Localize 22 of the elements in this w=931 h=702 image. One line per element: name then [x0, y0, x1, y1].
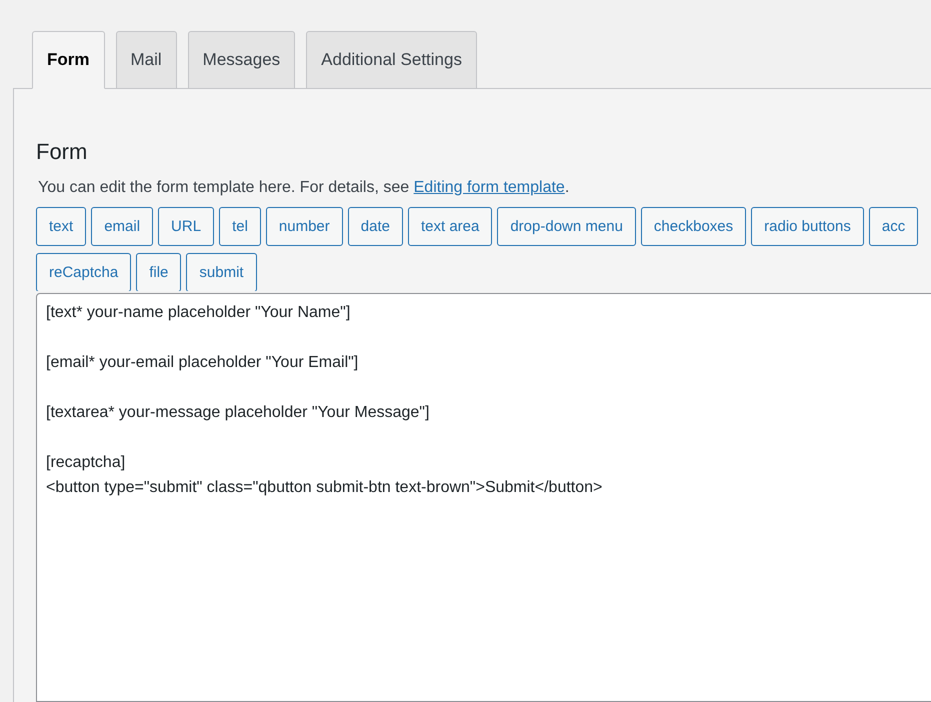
tag-button[interactable]: date: [348, 207, 403, 246]
tag-button[interactable]: URL: [158, 207, 214, 246]
tab[interactable]: Form: [32, 31, 104, 89]
tag-button[interactable]: text area: [408, 207, 492, 246]
section-title: Form: [36, 139, 88, 165]
tag-button[interactable]: file: [136, 253, 182, 291]
tab[interactable]: Mail: [116, 31, 177, 89]
description-text: You can edit the form template here. For details, see Editing form template.: [38, 179, 570, 197]
tag-button[interactable]: drop-down menu: [497, 207, 636, 246]
tag-button[interactable]: text: [36, 207, 86, 246]
tag-button[interactable]: tel: [219, 207, 261, 246]
template-field[interactable]: [text* your-name placeholder "Your Name"] [email* your-email placeholder "Your Email"] [textarea* your-message placeholder "Your Message"] [recaptcha] <button type="submit" class="qbutton submit-btn text-brown">Submit</button>: [36, 293, 931, 702]
tab[interactable]: Additional Settings: [306, 31, 477, 89]
tag-button[interactable]: submit: [186, 253, 257, 291]
tag-button[interactable]: checkboxes: [640, 207, 746, 246]
help-link[interactable]: Editing form template: [414, 179, 565, 196]
tag-button[interactable]: number: [266, 207, 343, 246]
tag-button[interactable]: radio buttons: [751, 207, 864, 246]
tag-button[interactable]: reCaptcha: [36, 253, 132, 291]
tag-button[interactable]: acc: [868, 207, 918, 246]
tag-button[interactable]: email: [91, 207, 154, 246]
tab[interactable]: Messages: [188, 31, 296, 89]
